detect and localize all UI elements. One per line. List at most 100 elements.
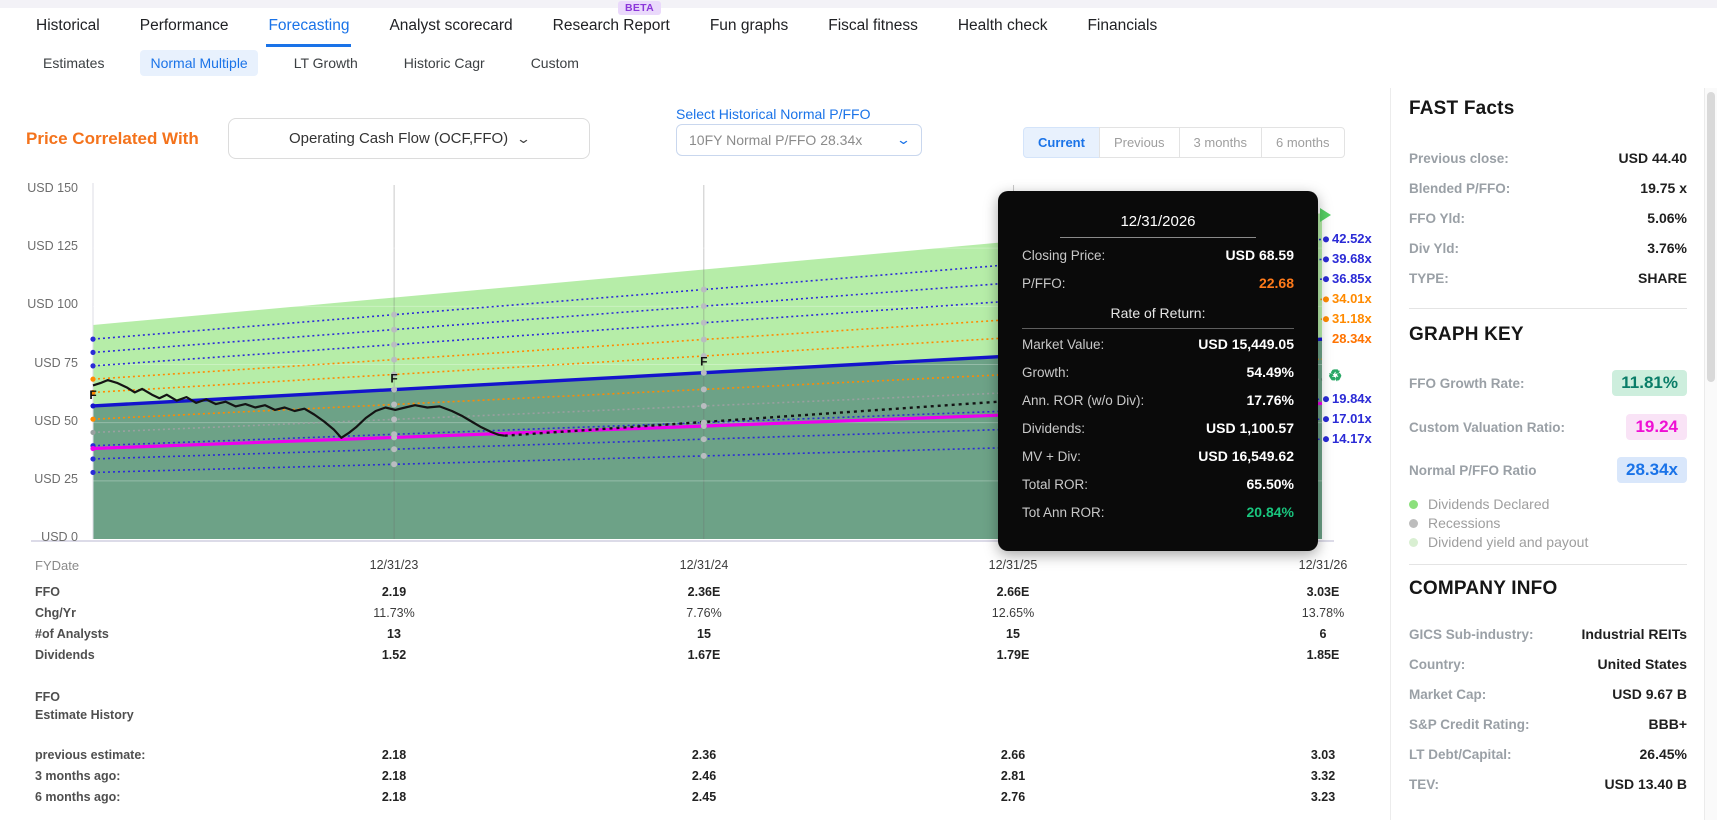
tooltip-ror-heading: Rate of Return: bbox=[1022, 305, 1294, 329]
line-start-dot bbox=[90, 363, 96, 369]
legend-dot-icon bbox=[1409, 499, 1418, 509]
tooltip-date: 12/31/2026 bbox=[1060, 213, 1256, 238]
x-tick: 12/31/23 bbox=[369, 558, 419, 572]
tooltip-ann-ror: 17.76% bbox=[1246, 392, 1294, 408]
fastgraphs-forecasting-page: Historical Performance Forecasting Analy… bbox=[0, 0, 1717, 820]
table-row-dividends: Dividends 1.52 1.67E 1.79E 1.85E bbox=[35, 648, 1340, 662]
gridline-dot bbox=[391, 311, 398, 318]
legend-recessions: Recessions bbox=[1409, 515, 1500, 531]
line-end-dot bbox=[1323, 396, 1329, 403]
fydate-label: FYDate bbox=[35, 558, 80, 573]
fiscal-year-marker: F bbox=[89, 388, 96, 402]
tooltip-total-ror: 65.50% bbox=[1246, 476, 1294, 492]
line-start-dot bbox=[90, 416, 96, 422]
tooltip-dividends: USD 1,100.57 bbox=[1206, 420, 1294, 436]
blended-pffo-value: 19.75 x bbox=[1640, 180, 1687, 196]
scrollbar-thumb[interactable] bbox=[1707, 92, 1715, 382]
line-start-dot bbox=[90, 429, 96, 436]
table-row-ffo: FFO 2.19 2.36E 2.66E 3.03E bbox=[35, 585, 1340, 599]
sp-credit-rating-value: BBB+ bbox=[1648, 716, 1687, 732]
line-end-dot bbox=[1323, 276, 1329, 283]
gridline-dot bbox=[700, 452, 707, 459]
table-row-analysts: #of Analysts 13 15 15 6 bbox=[35, 627, 1327, 641]
gics-sub-industry-value: Industrial REITs bbox=[1581, 626, 1687, 642]
line-end-dot bbox=[1323, 296, 1329, 303]
custom-valuation-ratio-badge: 19.24 bbox=[1626, 414, 1687, 440]
gridline-dot bbox=[391, 356, 398, 363]
x-tick: 12/31/26 bbox=[1298, 558, 1348, 572]
table-row-6-months-ago: 6 months ago: 2.18 2.45 2.76 3.23 bbox=[35, 790, 1336, 804]
tooltip-label: Growth: bbox=[1022, 364, 1070, 380]
tev-value: USD 13.40 B bbox=[1604, 776, 1687, 792]
line-start-dot bbox=[90, 376, 96, 382]
table-row-chg-yr: Chg/Yr 11.73% 7.76% 12.65% 13.78% bbox=[35, 606, 1345, 620]
gridline-dot bbox=[700, 423, 707, 430]
line-end-dot bbox=[1323, 316, 1329, 323]
legend-dividends-declared: Dividends Declared bbox=[1409, 496, 1549, 512]
graph-key-label: Normal P/FFO Ratio bbox=[1409, 462, 1537, 478]
fast-facts-title: FAST Facts bbox=[1409, 98, 1515, 119]
graph-key-label: Custom Valuation Ratio: bbox=[1409, 419, 1566, 435]
company-info-label: Market Cap: bbox=[1409, 686, 1487, 702]
tooltip-growth: 54.49% bbox=[1246, 364, 1294, 380]
tooltip-label: MV + Div: bbox=[1022, 448, 1081, 464]
right-sidebar: FAST Facts Previous close: USD 44.40 Blen… bbox=[1390, 88, 1703, 820]
gridline-dot bbox=[391, 434, 398, 441]
gridline-dot bbox=[391, 386, 398, 393]
table-row-previous-estimate: previous estimate: 2.18 2.36 2.66 3.03 bbox=[35, 748, 1336, 762]
line-end-dot bbox=[1323, 436, 1329, 443]
lt-debt-capital-value: 26.45% bbox=[1639, 746, 1687, 762]
line-end-dot bbox=[1323, 416, 1329, 423]
chart-tooltip: 12/31/2026 Closing Price: USD 68.59 P/FF… bbox=[998, 191, 1318, 551]
ffo-yld-value: 5.06% bbox=[1647, 210, 1687, 226]
line-start-dot bbox=[90, 336, 96, 342]
country-value: United States bbox=[1597, 656, 1687, 672]
gridline-dot bbox=[391, 326, 398, 333]
fast-fact-label: Div Yld: bbox=[1409, 240, 1460, 256]
table-row-3-months-ago: 3 months ago: 2.18 2.46 2.81 3.32 bbox=[35, 769, 1336, 783]
tooltip-label: Tot Ann ROR: bbox=[1022, 504, 1105, 520]
x-tick: 12/31/24 bbox=[679, 558, 729, 572]
tooltip-closing-price: USD 68.59 bbox=[1225, 247, 1294, 263]
fast-fact-label: FFO Yld: bbox=[1409, 210, 1465, 226]
tooltip-label: Total ROR: bbox=[1022, 476, 1089, 492]
legend-dividend-yield-payout: Dividend yield and payout bbox=[1409, 534, 1588, 550]
line-end-dot bbox=[1323, 256, 1329, 263]
gridline-dot bbox=[700, 286, 707, 293]
graph-key-title: GRAPH KEY bbox=[1409, 324, 1524, 345]
tooltip-mv-div: USD 16,549.62 bbox=[1198, 448, 1294, 464]
divider bbox=[1409, 564, 1687, 565]
x-tick: 12/31/25 bbox=[988, 558, 1038, 572]
graph-key-label: FFO Growth Rate: bbox=[1409, 375, 1525, 391]
gridline-dot bbox=[391, 461, 398, 468]
tooltip-pffo: 22.68 bbox=[1258, 275, 1294, 291]
gridline-dot bbox=[700, 319, 707, 326]
normal-pffo-ratio-badge: 28.34x bbox=[1617, 457, 1687, 483]
legend-dot-icon bbox=[1409, 518, 1418, 528]
previous-close-value: USD 44.40 bbox=[1618, 150, 1687, 166]
company-info-label: TEV: bbox=[1409, 776, 1440, 792]
company-info-label: S&P Credit Rating: bbox=[1409, 716, 1530, 732]
line-start-dot bbox=[90, 349, 96, 356]
tooltip-label: Closing Price: bbox=[1022, 247, 1106, 263]
line-start-dot bbox=[90, 403, 96, 409]
fiscal-year-marker: F bbox=[700, 355, 707, 369]
line-start-dot bbox=[90, 445, 96, 452]
gridline-dot bbox=[700, 336, 707, 343]
gridline-dot bbox=[391, 401, 398, 408]
company-info-label: Country: bbox=[1409, 656, 1466, 672]
tooltip-label: Ann. ROR (w/o Div): bbox=[1022, 392, 1145, 408]
tooltip-label: P/FFO: bbox=[1022, 275, 1066, 291]
line-start-dot bbox=[90, 469, 96, 476]
gridline-dot bbox=[700, 386, 707, 393]
line-end-dot bbox=[1323, 236, 1329, 243]
div-yld-value: 3.76% bbox=[1647, 240, 1687, 256]
fast-fact-label: TYPE: bbox=[1409, 270, 1449, 286]
scrollbar[interactable] bbox=[1704, 88, 1717, 820]
fydate-row: FYDate 12/31/23 12/31/24 12/31/25 12/31/… bbox=[0, 558, 1400, 576]
fast-fact-label: Blended P/FFO: bbox=[1409, 180, 1511, 196]
divider bbox=[1409, 308, 1687, 309]
market-cap-value: USD 9.67 B bbox=[1612, 686, 1687, 702]
company-info-label: LT Debt/Capital: bbox=[1409, 746, 1512, 762]
line-start-dot bbox=[90, 456, 96, 462]
